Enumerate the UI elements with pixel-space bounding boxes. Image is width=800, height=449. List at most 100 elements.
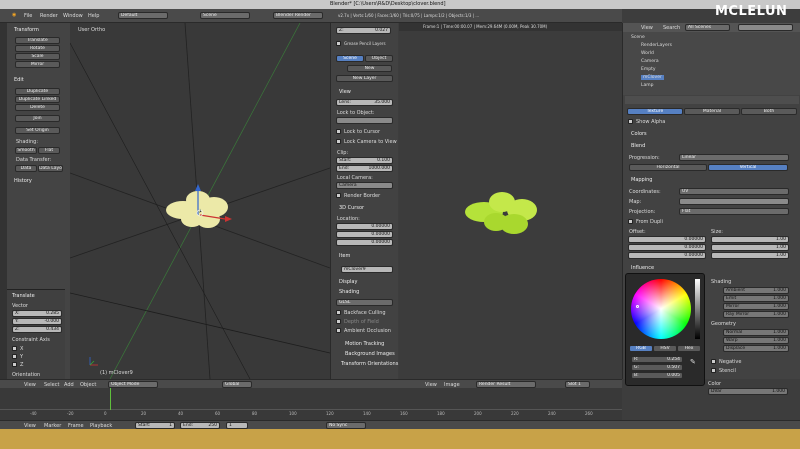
current-frame-line[interactable]: [110, 388, 111, 410]
rotate-button[interactable]: Rotate: [15, 45, 60, 52]
outliner-item-scene[interactable]: Scene: [631, 35, 645, 40]
influence-header[interactable]: Influence: [631, 265, 654, 271]
3d-viewport[interactable]: User Ortho (1) mClover9: [70, 23, 330, 379]
data-button[interactable]: Data: [15, 165, 37, 172]
offset-z-field[interactable]: 0.00000: [628, 252, 706, 259]
outliner-item-empty[interactable]: Empty: [641, 67, 656, 72]
ambient-field[interactable]: Ambient 1.000: [723, 287, 789, 294]
toolshelf-tabs[interactable]: [0, 23, 7, 379]
shading-mode-field[interactable]: GLSL: [336, 299, 393, 306]
outliner-search-input[interactable]: [738, 24, 793, 31]
set-origin-button[interactable]: Set Origin: [15, 127, 60, 134]
panel-edit-header[interactable]: Edit: [14, 77, 24, 83]
backface-checkbox[interactable]: [336, 310, 341, 315]
sync-selector[interactable]: No Sync: [326, 422, 366, 429]
scene-toggle[interactable]: Scene: [336, 55, 364, 62]
g-field[interactable]: G: 0.507: [631, 364, 683, 371]
display-header[interactable]: Display: [339, 279, 357, 285]
camera-field[interactable]: Camera: [336, 182, 393, 189]
eyedropper-icon[interactable]: ✎: [690, 358, 698, 366]
smooth-button[interactable]: Smooth: [15, 147, 37, 154]
show-alpha-checkbox[interactable]: [628, 119, 633, 124]
projection-select[interactable]: Flat: [679, 208, 789, 215]
shading-header[interactable]: Shading: [339, 289, 359, 295]
map-field[interactable]: [679, 198, 789, 205]
menu-render[interactable]: Render: [40, 13, 58, 19]
dvar-field[interactable]: DVar 1.000: [708, 388, 788, 395]
blender-logo-icon[interactable]: ◉: [12, 12, 16, 18]
b-field[interactable]: B: 0.005: [631, 372, 683, 379]
operator-header[interactable]: Translate: [12, 293, 35, 299]
duplicate-linked-button[interactable]: Duplicate Linked: [15, 96, 60, 103]
colors-header[interactable]: Colors: [631, 131, 647, 137]
render-border-checkbox[interactable]: [336, 193, 341, 198]
grease-pencil-checkbox[interactable]: [336, 41, 341, 46]
current-frame-field[interactable]: 1: [226, 422, 248, 429]
panel-transform-header[interactable]: Transform: [14, 27, 39, 33]
offset-x-field[interactable]: 0.00000: [628, 236, 706, 243]
render-view[interactable]: Frame:1 | Time:00:00.07 | Mem:29.64M (0.…: [399, 23, 622, 379]
horizontal-toggle[interactable]: Horizontal: [629, 164, 707, 171]
lock-camera-checkbox[interactable]: [336, 139, 341, 144]
outliner-display-mode[interactable]: All Scenes: [685, 24, 730, 31]
start-frame-field[interactable]: Start: 1: [135, 422, 175, 429]
vector-z-field[interactable]: Z: 0.434: [12, 326, 62, 333]
mapping-header[interactable]: Mapping: [631, 177, 652, 183]
displace-field[interactable]: Displace 1.000: [723, 345, 789, 352]
texture-tab[interactable]: Texture: [627, 108, 683, 115]
normal-field[interactable]: Normal 1.000: [723, 329, 789, 336]
mirror-button[interactable]: Mirror: [15, 61, 60, 68]
timeline-ruler[interactable]: [0, 388, 622, 410]
size-y-field[interactable]: 1.00: [711, 244, 789, 251]
background-images-header[interactable]: Background Images: [345, 351, 395, 357]
ray-mirror-field[interactable]: Ray Mirror 1.000: [723, 311, 789, 318]
panel-history-header[interactable]: History: [14, 178, 32, 184]
menu-window[interactable]: Window: [63, 13, 83, 19]
transform-orientations-header[interactable]: Transform Orientations: [341, 361, 398, 367]
orientation-selector[interactable]: Global: [222, 381, 252, 388]
blend-header[interactable]: Blend: [631, 143, 645, 149]
end-frame-field[interactable]: End: 250: [180, 422, 220, 429]
color-wheel[interactable]: [631, 279, 691, 339]
lock-object-field[interactable]: [336, 117, 393, 124]
both-tab[interactable]: Both: [741, 108, 797, 115]
progression-select[interactable]: Linear: [679, 154, 789, 161]
outliner-item-lamp[interactable]: Lamp: [641, 83, 654, 88]
value-slider[interactable]: [695, 279, 700, 339]
new-button[interactable]: New: [347, 65, 392, 72]
slot-selector[interactable]: Slot 1: [565, 381, 590, 388]
vector-x-field[interactable]: X: 0.285: [12, 310, 62, 317]
color-wheel-cursor[interactable]: [636, 305, 639, 308]
data-layout-button[interactable]: Data Layo: [38, 165, 63, 172]
size-x-field[interactable]: 1.00: [711, 236, 789, 243]
stencil-checkbox[interactable]: [711, 368, 716, 373]
render-result-selector[interactable]: Render Result: [476, 381, 536, 388]
hex-tab[interactable]: Hex: [677, 345, 701, 352]
properties-tabs[interactable]: [625, 96, 799, 104]
vertical-toggle[interactable]: Vertical: [708, 164, 788, 171]
cursor-y-field[interactable]: 0.00000: [336, 231, 393, 238]
material-tab[interactable]: Material: [684, 108, 740, 115]
rgb-tab[interactable]: RGB: [629, 345, 653, 352]
outliner-search-menu[interactable]: Search: [663, 25, 680, 31]
emit-field[interactable]: Emit 1.000: [723, 295, 789, 302]
3d-cursor-header[interactable]: 3D Cursor: [339, 205, 364, 211]
depth-checkbox[interactable]: [336, 319, 341, 324]
r-field[interactable]: R: 0.254: [631, 356, 683, 363]
negative-checkbox[interactable]: [711, 359, 716, 364]
engine-selector[interactable]: Blender Render: [273, 12, 323, 19]
scene-selector[interactable]: Scene: [200, 12, 250, 19]
mirror-field[interactable]: Mirror 1.000: [723, 303, 789, 310]
outliner-item-renderlayers[interactable]: RenderLayers: [641, 43, 672, 48]
cursor-x-field[interactable]: 0.00000: [336, 223, 393, 230]
outliner-item-camera[interactable]: Camera: [641, 59, 659, 64]
layout-selector[interactable]: Default: [118, 12, 168, 19]
menu-file[interactable]: File: [24, 13, 32, 19]
constraint-z-checkbox[interactable]: [12, 362, 17, 367]
view-header[interactable]: View: [339, 89, 351, 95]
outliner-item-world[interactable]: World: [641, 51, 654, 56]
timeline[interactable]: -40 -20 0 20 40 60 80 100 120 140 160 180 200 220 240 2…: [0, 388, 622, 420]
constraint-x-checkbox[interactable]: [12, 346, 17, 351]
vector-y-field[interactable]: Y: -0.000: [12, 318, 62, 325]
outliner-item-mclover[interactable]: mClover: [641, 75, 664, 80]
